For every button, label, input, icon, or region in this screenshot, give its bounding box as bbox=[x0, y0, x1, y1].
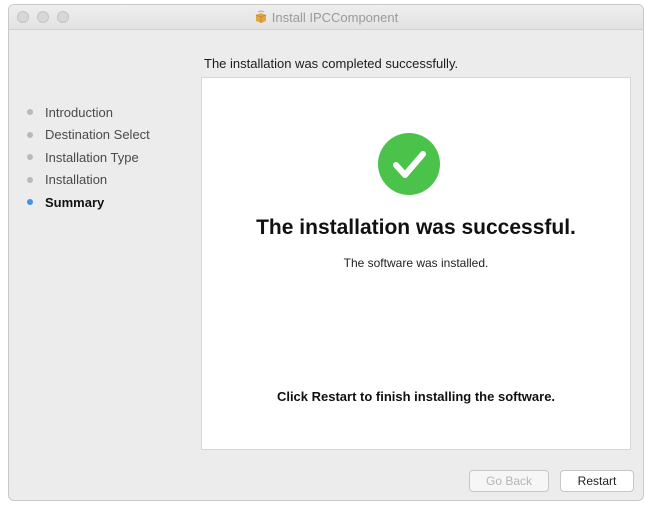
step-bullet-icon bbox=[27, 176, 33, 183]
sidebar-item-label: Introduction bbox=[45, 104, 113, 120]
title-bar: Install IPCComponent bbox=[9, 5, 643, 30]
finish-note: Click Restart to finish installing the s… bbox=[276, 389, 556, 404]
go-back-button[interactable]: Go Back bbox=[469, 470, 549, 492]
installer-window: Install IPCComponent Introduction Destin… bbox=[8, 4, 644, 501]
sidebar-item-installation-type: Installation Type bbox=[21, 146, 201, 169]
sidebar-item-summary: Summary bbox=[21, 191, 201, 214]
success-title: The installation was successful. bbox=[256, 216, 576, 239]
active-step-bullet-icon bbox=[27, 199, 33, 206]
step-bullet-icon bbox=[27, 154, 33, 161]
window-title-wrap: Install IPCComponent bbox=[9, 5, 643, 29]
page-heading: The installation was completed successfu… bbox=[204, 56, 459, 71]
restart-button[interactable]: Restart bbox=[560, 470, 634, 492]
window-title: Install IPCComponent bbox=[271, 9, 399, 25]
steps-sidebar: Introduction Destination Select Installa… bbox=[21, 101, 201, 214]
sidebar-item-label: Summary bbox=[45, 194, 105, 210]
sidebar-item-installation: Installation bbox=[21, 169, 201, 192]
content-panel: The installation was successful. The sof… bbox=[201, 77, 631, 450]
checkmark-icon bbox=[378, 133, 440, 195]
sidebar-item-destination-select: Destination Select bbox=[21, 124, 201, 147]
success-subtitle: The software was installed. bbox=[343, 256, 489, 270]
step-bullet-icon bbox=[27, 131, 33, 138]
sidebar-item-introduction: Introduction bbox=[21, 101, 201, 124]
sidebar-item-label: Installation Type bbox=[45, 149, 139, 165]
sidebar-item-label: Destination Select bbox=[45, 127, 150, 143]
package-icon bbox=[254, 10, 268, 24]
step-bullet-icon bbox=[27, 109, 33, 116]
sidebar-item-label: Installation bbox=[45, 172, 108, 188]
